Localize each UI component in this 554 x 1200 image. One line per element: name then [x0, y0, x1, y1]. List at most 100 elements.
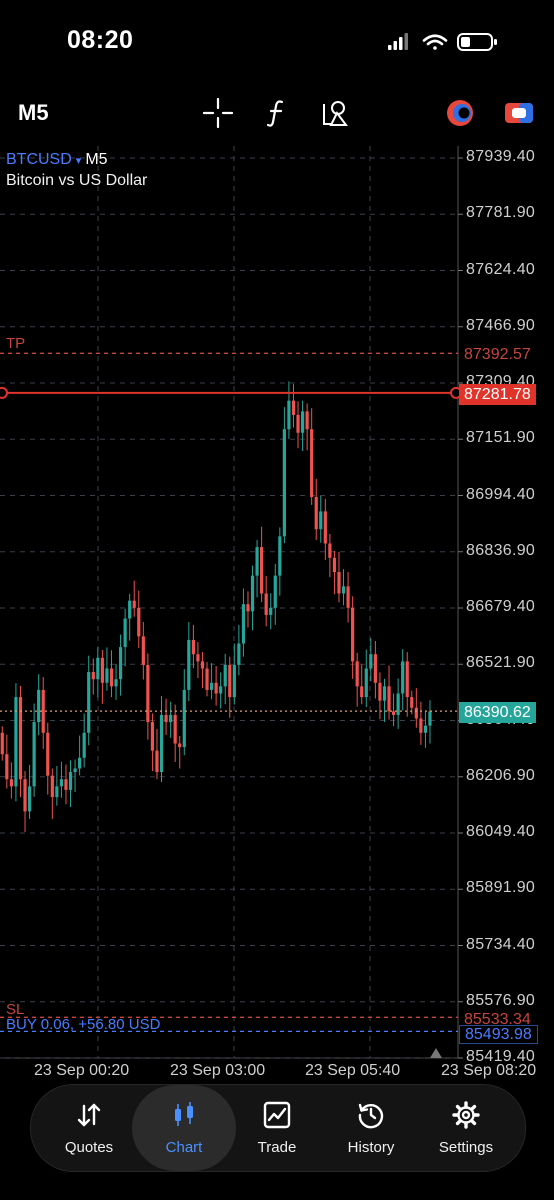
- battery-icon: [457, 33, 497, 51]
- time-label: 23 Sep 08:20: [441, 1062, 537, 1079]
- history-icon: [358, 1103, 384, 1129]
- candle: [27, 786, 32, 812]
- symbol-name[interactable]: BTCUSD: [6, 151, 72, 168]
- candle: [305, 411, 309, 430]
- quotes-icon: [77, 1103, 101, 1127]
- candle: [128, 600, 132, 619]
- candle: [360, 686, 364, 698]
- candle: [5, 754, 9, 780]
- candle: [9, 779, 13, 787]
- symbol-description: Bitcoin vs US Dollar: [6, 172, 148, 189]
- time-label: 23 Sep 00:20: [34, 1062, 130, 1079]
- candle: [0, 732, 4, 755]
- candle: [428, 711, 432, 726]
- position-tag[interactable]: BUY 0.06, +56.80 USD: [6, 1016, 160, 1033]
- candle: [18, 697, 23, 780]
- crosshair-icon[interactable]: [201, 96, 235, 130]
- price-axis-label: 85734.40: [466, 935, 536, 953]
- tp-tag[interactable]: TP: [6, 335, 25, 352]
- symbol-timeframe: M5: [85, 151, 108, 168]
- candle: [223, 664, 227, 687]
- candle: [155, 750, 159, 773]
- price-axis-label: 86836.90: [466, 541, 536, 559]
- timeframe-button[interactable]: M5: [18, 100, 49, 126]
- nav-item-history[interactable]: History: [323, 1085, 419, 1171]
- price-axis-label: 86049.40: [466, 823, 536, 840]
- candle: [205, 668, 209, 690]
- candle: [91, 672, 95, 680]
- candle: [150, 722, 155, 751]
- symbol-header[interactable]: BTCUSD ▾ M5: [6, 151, 108, 169]
- nav-label: Trade: [257, 1139, 297, 1156]
- candle: [341, 586, 346, 594]
- candle: [100, 657, 104, 683]
- candle: [23, 779, 27, 812]
- scroll-end-icon: [430, 1048, 442, 1058]
- candle: [46, 732, 50, 776]
- candle: [364, 668, 368, 698]
- one-click-trading-icon[interactable]: [502, 96, 536, 130]
- candle: [64, 779, 68, 790]
- candle: [300, 411, 305, 433]
- candle: [55, 786, 59, 798]
- cellular-signal-icon: [388, 33, 408, 50]
- candle: [255, 547, 259, 576]
- candle: [391, 711, 396, 715]
- bottom-nav: Quotes Chart Trade History Settings: [30, 1084, 526, 1172]
- nav-item-trade[interactable]: Trade: [229, 1085, 325, 1171]
- trade-icon: [263, 1101, 291, 1129]
- candle: [241, 604, 246, 644]
- candle: [141, 636, 145, 665]
- candle: [401, 661, 405, 694]
- objects-icon[interactable]: [318, 96, 352, 130]
- nav-label: Quotes: [64, 1139, 114, 1156]
- price-axis-label: 87781.90: [466, 204, 536, 222]
- candle: [291, 400, 296, 415]
- candle: [118, 647, 123, 680]
- price-axis-label: 85891.90: [466, 879, 536, 897]
- status-time: 08:20: [67, 26, 134, 54]
- chevron-down-icon[interactable]: ▾: [76, 155, 82, 167]
- candle: [369, 654, 373, 669]
- candle: [96, 657, 100, 680]
- current-price-badge: 86390.62: [459, 702, 536, 723]
- nav-item-chart[interactable]: Chart: [132, 1085, 236, 1171]
- candle: [187, 639, 191, 690]
- candle: [37, 689, 41, 723]
- entry-price-badge: 87281.78: [459, 384, 536, 405]
- nav-item-quotes[interactable]: Quotes: [41, 1085, 137, 1171]
- function-icon[interactable]: [260, 96, 294, 130]
- candle: [423, 725, 428, 733]
- candle: [146, 664, 150, 723]
- candle: [319, 511, 323, 530]
- candle: [419, 718, 423, 733]
- settings-icon: [452, 1101, 480, 1129]
- candle: [337, 572, 341, 594]
- candle: [41, 689, 45, 733]
- candle: [50, 775, 54, 798]
- candle: [114, 679, 118, 687]
- candle: [246, 604, 250, 612]
- trade-mode-icon[interactable]: [443, 96, 477, 130]
- candle: [169, 714, 173, 723]
- candle: [237, 643, 241, 665]
- nav-label: Settings: [438, 1139, 494, 1156]
- nav-item-settings[interactable]: Settings: [418, 1085, 514, 1171]
- status-icons: [388, 32, 508, 57]
- candle: [332, 557, 337, 573]
- price-axis-label: 87151.90: [466, 429, 536, 447]
- candle: [209, 682, 214, 690]
- candle: [105, 668, 109, 683]
- candle: [287, 400, 291, 430]
- candle: [328, 543, 332, 558]
- candle: [378, 682, 382, 701]
- candle: [87, 672, 91, 733]
- candle: [387, 686, 391, 712]
- candle: [109, 668, 114, 687]
- candle: [314, 497, 318, 530]
- candle: [82, 732, 86, 758]
- candle: [264, 593, 268, 615]
- candle: [164, 714, 168, 723]
- position-price-badge: 85493.98: [459, 1025, 538, 1044]
- price-axis-label: 86206.90: [466, 766, 536, 784]
